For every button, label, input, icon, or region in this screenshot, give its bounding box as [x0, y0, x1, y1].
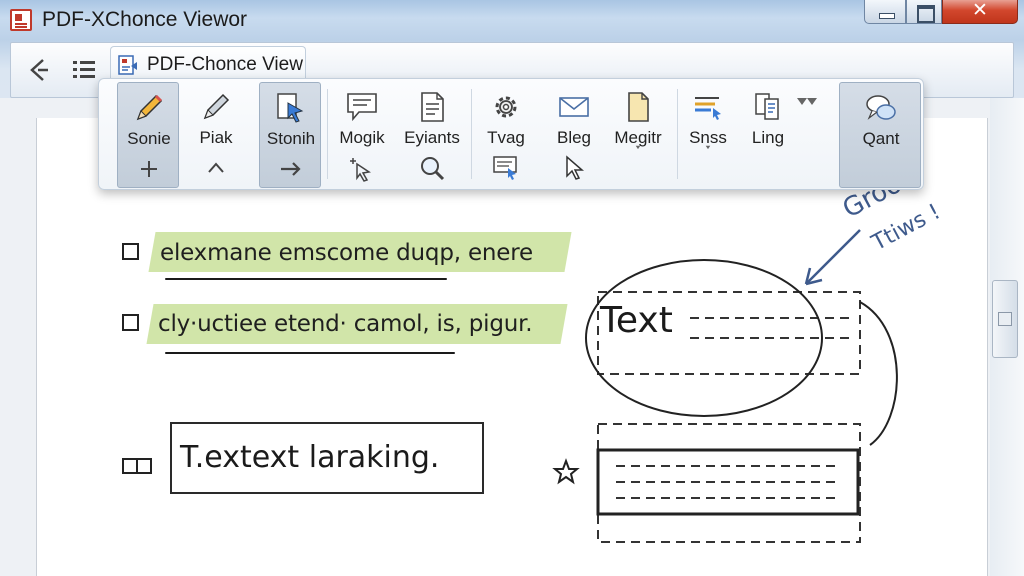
tool-ling[interactable]: Ling [737, 82, 799, 188]
close-button[interactable]: ✕ [942, 0, 1018, 24]
tool-label: Stonih [266, 129, 316, 148]
tool-sonie[interactable]: Sonie [117, 82, 179, 188]
tool-tvag[interactable]: Tvag [475, 82, 537, 188]
chevron-down-icon[interactable] [623, 144, 653, 160]
pencil-icon [136, 94, 163, 121]
file-icon [628, 92, 649, 122]
checkbox-item-1[interactable] [122, 243, 139, 260]
note-pointer-icon [493, 156, 517, 180]
tool-megitr[interactable]: Megitr [607, 82, 669, 188]
pen-icon [203, 93, 230, 120]
tool-bleg[interactable]: Bleg [543, 82, 605, 188]
arrow-right-icon [281, 162, 301, 176]
title-bar: PDF-XChonce Viewor ✕ [0, 0, 1024, 40]
underline-item-2 [165, 352, 455, 354]
app-window: PDF-XChonce Viewor ✕ PDF-Chonce View ele… [0, 0, 1024, 576]
zoom-icon [421, 157, 445, 181]
document-tab-icon [118, 55, 137, 75]
close-icon: ✕ [972, 0, 988, 21]
properties-icon [695, 97, 721, 120]
pdf-app-icon [10, 9, 32, 31]
comment-icon [347, 93, 377, 122]
document-icon [421, 92, 444, 122]
tool-label: Ling [751, 128, 785, 147]
maximize-button[interactable] [906, 0, 942, 24]
tool-mogik[interactable]: Mogik [331, 82, 393, 188]
list-view-icon[interactable] [70, 56, 98, 84]
minimize-button[interactable] [864, 0, 906, 24]
plus-icon [141, 161, 157, 177]
chevron-down-icon[interactable] [693, 144, 723, 160]
window-title: PDF-XChonce Viewor [42, 8, 248, 31]
envelope-icon [559, 97, 589, 117]
document-tab[interactable]: PDF-Chonce View [110, 46, 306, 82]
tool-label: Qant [862, 129, 900, 148]
select-arrow-icon [350, 158, 371, 182]
cursor-icon [566, 155, 585, 180]
form-field-icon [122, 458, 152, 474]
back-navigation-icon[interactable] [26, 56, 54, 84]
checkbox-item-2[interactable] [122, 314, 139, 331]
document-tab-label: PDF-Chonce View [147, 54, 303, 75]
annotation-text: Text [600, 300, 673, 341]
highlight-text-item-2: cly·uctiee etend· camol, is, pigur. [158, 311, 533, 337]
tool-ribbon: Sonie Piak Stonih Mogik Eyiants Tvag Ble… [98, 78, 924, 190]
chat-bubbles-icon [866, 95, 896, 120]
tool-stonih[interactable]: Stonih [259, 82, 321, 188]
tool-eyiants[interactable]: Eyiants [401, 82, 463, 188]
more-tools-chevron-icon[interactable] [795, 95, 819, 109]
caret-up-icon [208, 162, 224, 173]
text-box-content: T.extext laraking. [180, 440, 440, 475]
multi-document-icon [755, 93, 779, 120]
tool-label: Piak [199, 128, 233, 147]
gear-icon [495, 96, 517, 118]
select-pointer-icon [277, 93, 304, 123]
tool-qant[interactable]: Qant [839, 82, 921, 188]
tool-piak[interactable]: Piak [185, 82, 247, 188]
scrollbar-grip-icon [998, 312, 1012, 326]
tool-label: Eyiants [404, 128, 460, 147]
underline-item-1 [165, 278, 447, 280]
highlight-text-item-1: elexmane emscome duqp, enere [160, 240, 533, 266]
